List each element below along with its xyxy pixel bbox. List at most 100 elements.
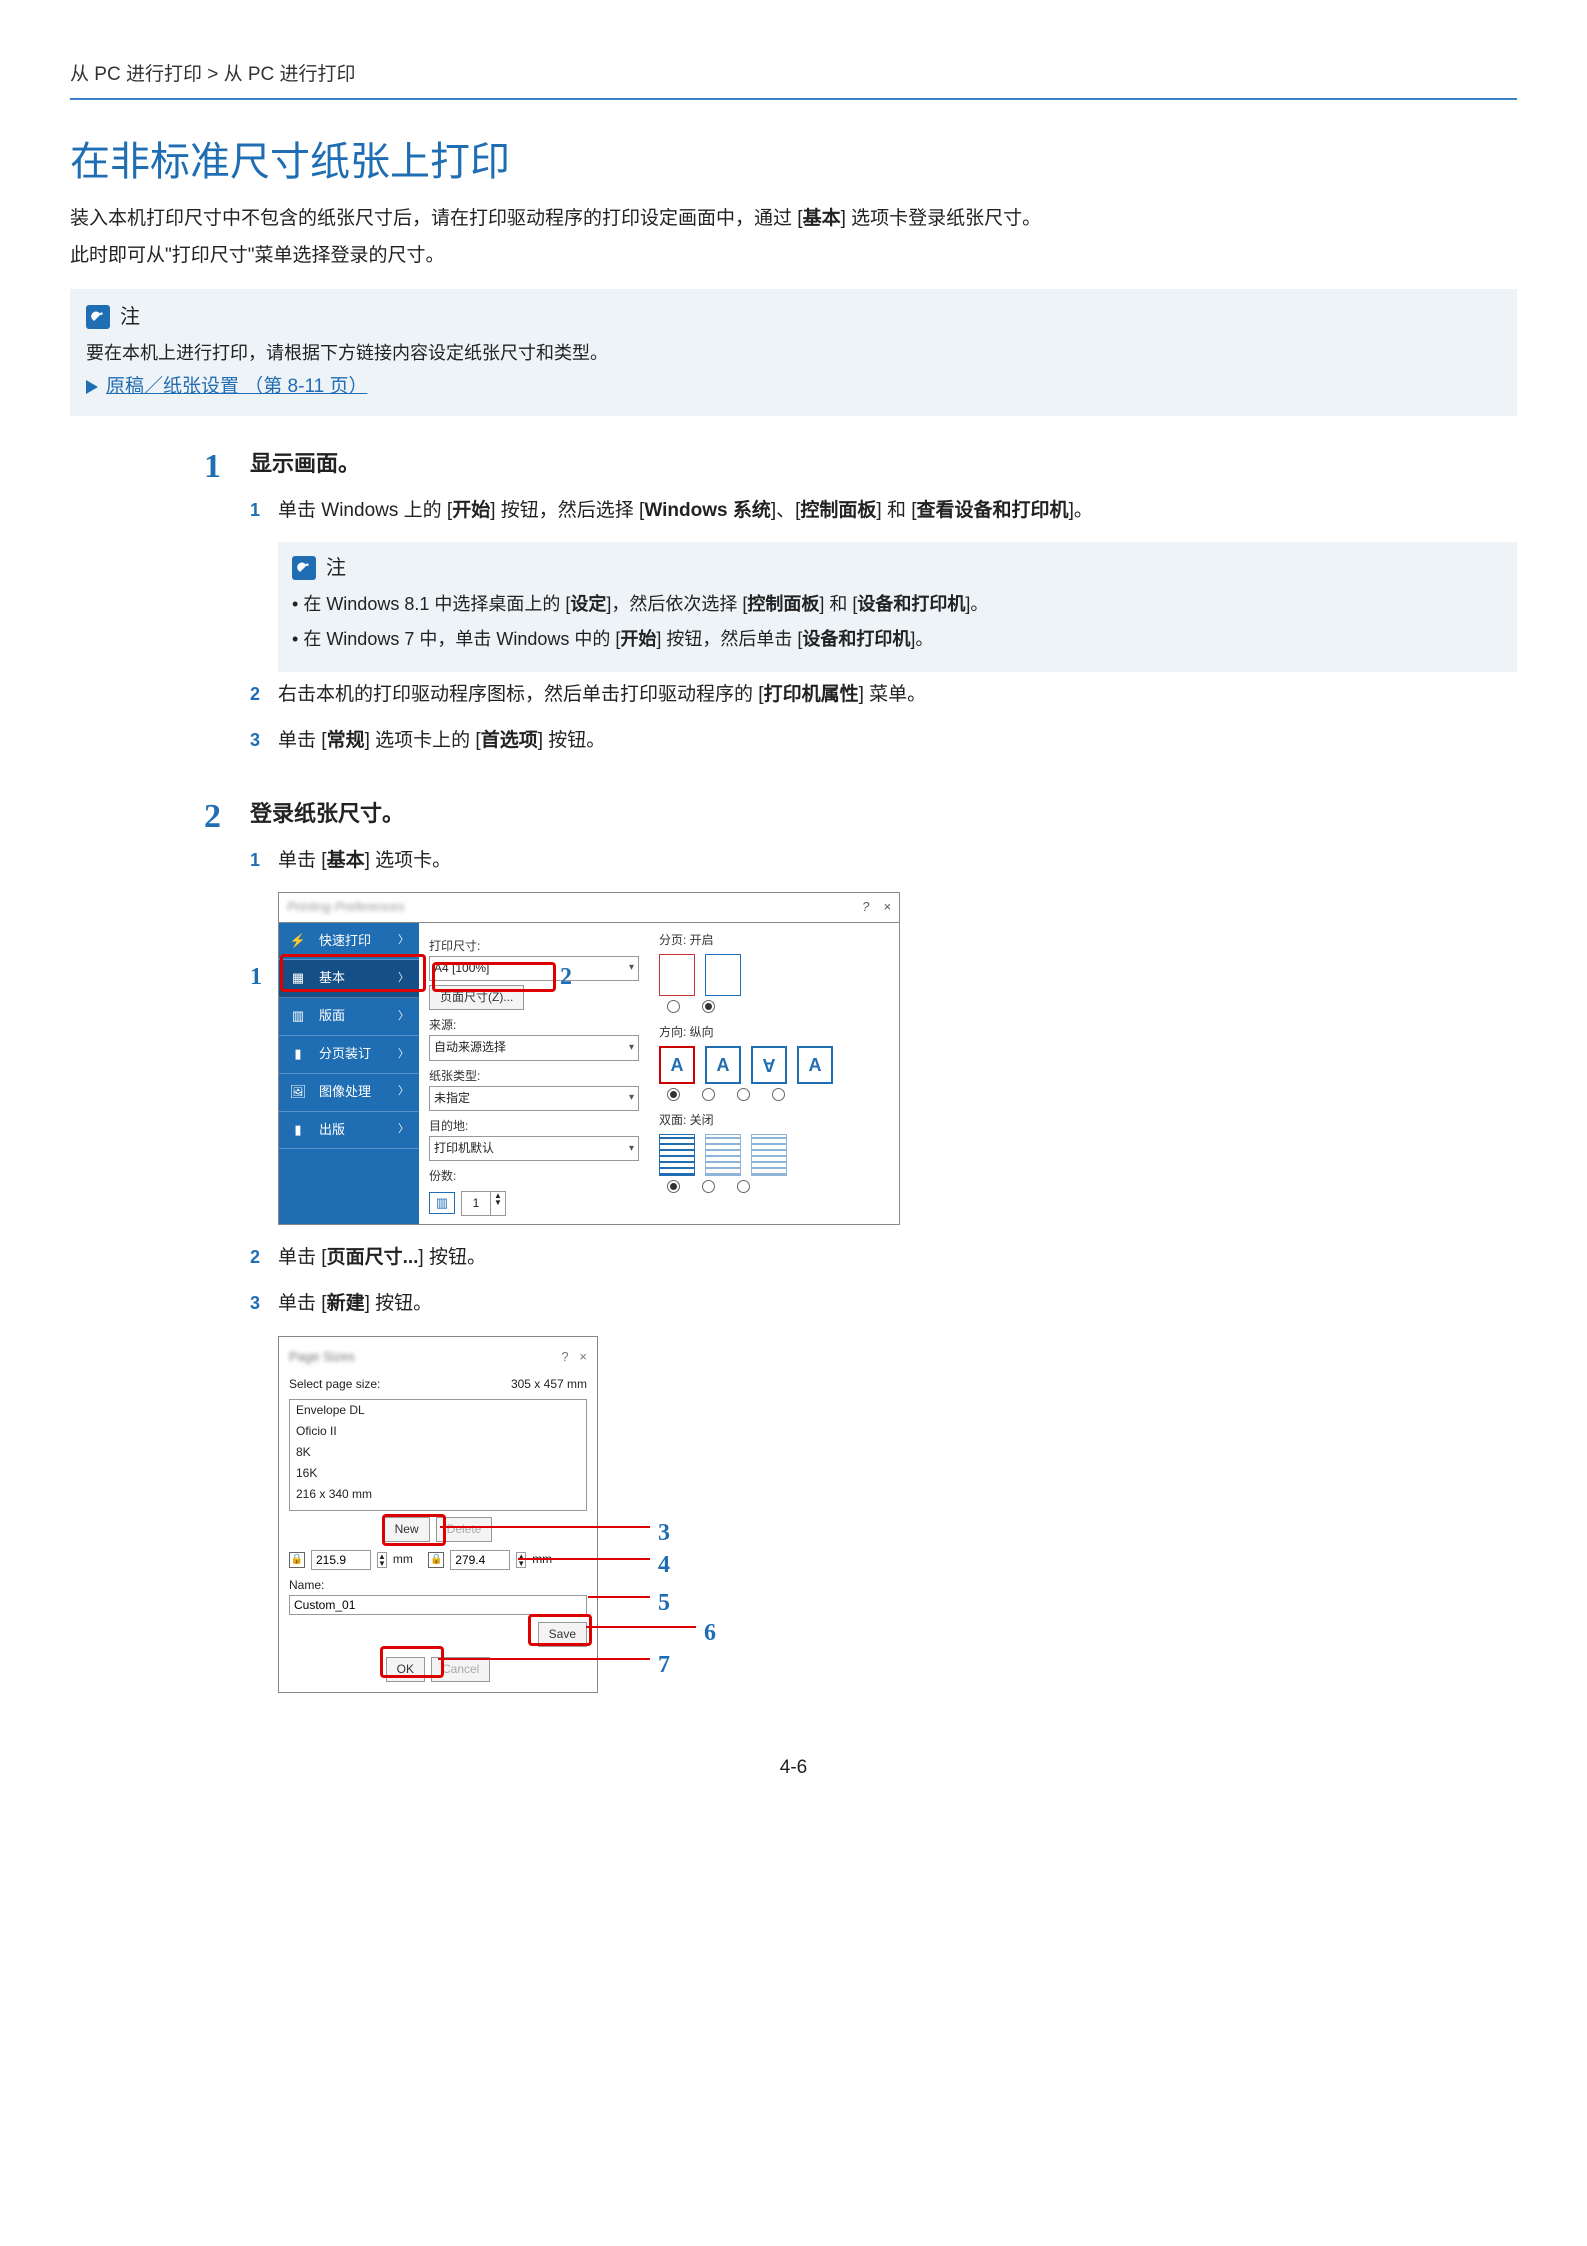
chevron-right-icon: 〉: [398, 1121, 409, 1139]
step-1-2-body: 右击本机的打印驱动程序图标，然后单击打印驱动程序的 [打印机属性] 菜单。: [278, 680, 1517, 710]
height-input[interactable]: [450, 1550, 510, 1570]
step-2-2: 2 单击 [页面尺寸...] 按钮。: [250, 1243, 1517, 1273]
section-1-steps-cont: 2 右击本机的打印驱动程序图标，然后单击打印驱动程序的 [打印机属性] 菜单。 …: [250, 680, 1517, 757]
note-icon: [86, 305, 110, 329]
t: 在 Windows 8.1 中选择桌面上的 [: [303, 594, 570, 614]
spinner-down-icon[interactable]: ▼: [378, 1560, 386, 1567]
t: 单击 [: [278, 1247, 327, 1268]
copies-spinner[interactable]: 1 ▲▼: [461, 1191, 506, 1216]
step-2-1-num: 1: [250, 846, 278, 875]
duplex-option-3[interactable]: [751, 1134, 787, 1176]
list-item[interactable]: 216 x 340 mm: [290, 1484, 586, 1505]
orientation-landscape-flip[interactable]: A: [797, 1046, 833, 1084]
intro-1-post: ] 选项卡登录纸张尺寸。: [841, 208, 1042, 229]
unit-label: mm: [393, 1550, 413, 1569]
dialog-titlebar: Printing Preferences ? ×: [279, 893, 899, 923]
nup-radio-1[interactable]: [667, 1000, 680, 1013]
t: ] 按钮。: [365, 1293, 433, 1314]
step-2-1: 1 单击 [基本] 选项卡。: [250, 846, 1517, 876]
print-size-label: 打印尺寸:: [429, 937, 639, 956]
duplex-radio-1[interactable]: [667, 1180, 680, 1193]
duplex-group: 双面: 关闭: [659, 1111, 889, 1193]
t: 单击 [: [278, 730, 327, 751]
breadcrumb: 从 PC 进行打印 > 从 PC 进行打印: [70, 60, 1517, 90]
nup-option-1[interactable]: [659, 954, 695, 996]
tab-imaging[interactable]: 🖼图像处理〉: [279, 1074, 419, 1112]
dest-select[interactable]: 打印机默认▾: [429, 1136, 639, 1161]
chevron-right-icon: 〉: [398, 1046, 409, 1064]
publish-icon: ▮: [289, 1121, 307, 1139]
highlight-save-button: [528, 1614, 592, 1646]
orientation-landscape[interactable]: A: [705, 1046, 741, 1084]
nup-option-2[interactable]: [705, 954, 741, 996]
width-input[interactable]: [311, 1550, 371, 1570]
list-item[interactable]: Oficio II: [290, 1421, 586, 1442]
callout-7: 7: [658, 1646, 670, 1684]
tab-label: 版面: [319, 1006, 392, 1027]
orientation-label: 方向: 纵向: [659, 1023, 889, 1042]
section-2-heading: 登录纸张尺寸。: [250, 796, 1517, 831]
dialog2-title: Page Sizes: [289, 1347, 355, 1368]
lock-height-icon[interactable]: 🔒: [428, 1552, 444, 1568]
list-item[interactable]: 12 x 18: [290, 1505, 586, 1510]
help-button[interactable]: ?: [862, 897, 869, 918]
name-input[interactable]: [289, 1595, 587, 1615]
t: 单击 [: [278, 850, 327, 871]
list-item[interactable]: Envelope DL: [290, 1400, 586, 1421]
close-button[interactable]: ×: [579, 1349, 587, 1364]
section-2-steps: 1 单击 [基本] 选项卡。: [250, 846, 1517, 876]
t: 单击 Windows 上的 [: [278, 500, 452, 521]
select-page-size-row: Select page size: 305 x 457 mm: [289, 1375, 587, 1394]
b: 开始: [620, 629, 656, 649]
copies-value: 1: [462, 1192, 490, 1215]
tab-label: 快速打印: [319, 931, 392, 952]
duplex-radio-3[interactable]: [737, 1180, 750, 1193]
copies-label: 份数:: [429, 1167, 639, 1186]
media-select[interactable]: 未指定▾: [429, 1086, 639, 1111]
select-page-size-label: Select page size:: [289, 1375, 380, 1394]
spinner-down-icon[interactable]: ▼: [491, 1199, 505, 1206]
highlight-ok-button: [380, 1646, 444, 1678]
t: ] 和 [: [876, 500, 916, 521]
page-size-listbox[interactable]: Envelope DL Oficio II 8K 16K 216 x 340 m…: [289, 1399, 587, 1511]
section-1-heading: 显示画面。: [250, 446, 1517, 481]
orient-radio-2[interactable]: [702, 1088, 715, 1101]
tab-finishing[interactable]: ▮分页装订〉: [279, 1036, 419, 1074]
chevron-down-icon: ▾: [629, 1141, 634, 1157]
list-item[interactable]: 16K: [290, 1463, 586, 1484]
close-button[interactable]: ×: [883, 897, 891, 918]
step-1-2-num: 2: [250, 680, 278, 709]
t: ] 选项卡上的 [: [365, 730, 481, 751]
orient-radio-3[interactable]: [737, 1088, 750, 1101]
screenshot-page-sizes: Page Sizes ? × Select page size: 305 x 4…: [278, 1336, 838, 1694]
list-item[interactable]: 8K: [290, 1442, 586, 1463]
lock-width-icon[interactable]: 🔒: [289, 1552, 305, 1568]
section-1-inner-note: 注 在 Windows 8.1 中选择桌面上的 [设定]，然后依次选择 [控制面…: [278, 542, 1517, 672]
dest-label: 目的地:: [429, 1117, 639, 1136]
t: ] 按钮，然后单击 [: [656, 629, 802, 649]
duplex-option-2[interactable]: [705, 1134, 741, 1176]
help-button[interactable]: ?: [561, 1349, 568, 1364]
nup-group: 分页: 开启: [659, 931, 889, 1013]
tab-publishing[interactable]: ▮出版〉: [279, 1112, 419, 1150]
t: ] 按钮。: [418, 1247, 486, 1268]
nup-label: 分页: 开启: [659, 931, 889, 950]
orient-radio-4[interactable]: [772, 1088, 785, 1101]
copies-icon: ▥: [429, 1192, 455, 1214]
step-2-3: 3 单击 [新建] 按钮。: [250, 1289, 1517, 1319]
duplex-option-1[interactable]: [659, 1134, 695, 1176]
intro-1-bold: 基本: [803, 208, 841, 229]
orientation-portrait[interactable]: A: [659, 1046, 695, 1084]
tab-layout[interactable]: ▥版面〉: [279, 998, 419, 1036]
nup-radio-2[interactable]: [702, 1000, 715, 1013]
orient-radio-1[interactable]: [667, 1088, 680, 1101]
step-1-1-num: 1: [250, 496, 278, 525]
callout-4: 4: [658, 1546, 670, 1584]
dialog2-titlebar: Page Sizes ? ×: [289, 1347, 587, 1368]
orientation-portrait-flip[interactable]: A: [751, 1046, 787, 1084]
source-select[interactable]: 自动来源选择▾: [429, 1035, 639, 1060]
duplex-radio-2[interactable]: [702, 1180, 715, 1193]
t: ] 和 [: [819, 594, 857, 614]
note-link[interactable]: 原稿／纸张设置 （第 8-11 页）: [106, 372, 367, 402]
spinner-down-icon[interactable]: ▼: [517, 1560, 525, 1567]
